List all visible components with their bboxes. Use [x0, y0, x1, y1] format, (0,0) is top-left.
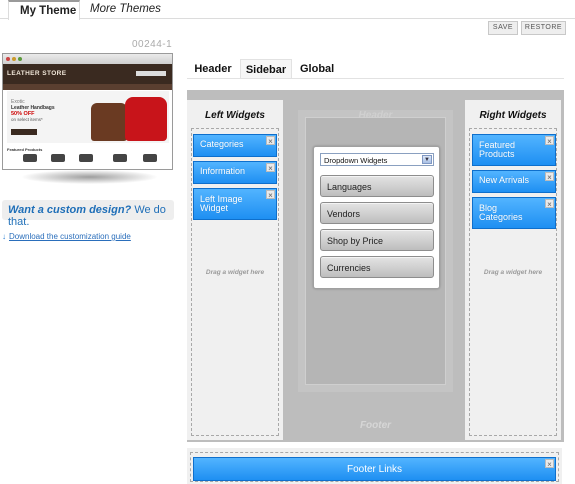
banner-button [11, 129, 37, 135]
widget-left-image[interactable]: Left Image Widget × [193, 188, 277, 220]
theme-code: 00244-1 [132, 39, 173, 50]
widget-label: Left Image Widget [200, 194, 243, 213]
preview-product [143, 154, 157, 162]
preview-featured-label: Featured Products [7, 147, 43, 152]
preview-product [51, 154, 65, 162]
widget-label: Information [200, 166, 246, 176]
download-guide-label: Download the customization guide [9, 232, 131, 241]
preview-search [136, 71, 166, 76]
widget-label: Featured Products [479, 140, 516, 159]
preview-logo: LEATHER STORE [7, 70, 67, 77]
tab-header[interactable]: Header [187, 59, 239, 79]
preview-product [79, 154, 93, 162]
select-value: Dropdown Widgets [324, 156, 388, 165]
close-icon[interactable]: × [266, 163, 275, 173]
tab-sidebar[interactable]: Sidebar [240, 59, 292, 79]
close-icon[interactable]: × [266, 190, 275, 200]
widget-label: New Arrivals [479, 175, 530, 185]
widget-label: Blog Categories [479, 203, 523, 222]
left-widgets-title: Left Widgets [205, 110, 265, 121]
browser-chrome [3, 54, 172, 64]
close-icon[interactable]: × [545, 459, 554, 469]
preview-nav [3, 84, 172, 90]
thumbnail-shadow [22, 170, 157, 184]
preview-product [113, 154, 127, 162]
widget-new-arrivals[interactable]: New Arrivals × [472, 170, 556, 193]
promo-question: Want a custom design? [8, 204, 132, 216]
top-tabs: My Theme More Themes [0, 0, 575, 20]
tab-my-theme[interactable]: My Theme [8, 0, 80, 20]
widget-option-languages[interactable]: Languages [320, 175, 434, 197]
save-button[interactable]: SAVE [488, 21, 518, 35]
preview-product [23, 154, 37, 162]
widget-label: Footer Links [346, 464, 403, 475]
widget-blog-categories[interactable]: Blog Categories × [472, 197, 556, 229]
widget-option-vendors[interactable]: Vendors [320, 202, 434, 224]
restore-button[interactable]: RESTORE [521, 21, 566, 35]
brown-handbag-image [91, 103, 127, 141]
tab-global[interactable]: Global [300, 59, 334, 79]
tab-more-themes[interactable]: More Themes [90, 0, 161, 19]
download-guide-link[interactable]: ↓ Download the customization guide [2, 232, 131, 241]
widget-information[interactable]: Information × [193, 161, 277, 184]
preview-banner: Exotic Leather Handbags 50% OFF on selec… [7, 91, 169, 143]
widget-label: Categories [200, 139, 244, 149]
left-drag-hint: Drag a widget here [205, 269, 265, 276]
widget-type-select[interactable]: Dropdown Widgets ▼ [320, 153, 434, 166]
preview-header: LEATHER STORE [3, 64, 172, 84]
right-widgets-title: Right Widgets [479, 110, 547, 121]
download-arrow-icon: ↓ [2, 232, 6, 241]
dropdown-widgets-panel: Dropdown Widgets ▼ Languages Vendors Sho… [313, 146, 440, 289]
close-icon[interactable]: × [545, 136, 554, 146]
widget-featured-products[interactable]: Featured Products × [472, 134, 556, 166]
widget-footer-links[interactable]: Footer Links × [193, 457, 556, 481]
tab-divider [187, 78, 564, 79]
red-handbag-image [125, 97, 167, 141]
widget-option-shop-by-price[interactable]: Shop by Price [320, 229, 434, 251]
close-icon[interactable]: × [545, 172, 554, 182]
close-icon[interactable]: × [266, 136, 275, 146]
theme-preview-thumbnail[interactable]: LEATHER STORE Exotic Leather Handbags 50… [2, 53, 173, 170]
custom-design-promo[interactable]: Want a custom design? We do that. [2, 200, 174, 228]
widget-categories[interactable]: Categories × [193, 134, 277, 157]
widget-option-currencies[interactable]: Currencies [320, 256, 434, 278]
chevron-down-icon[interactable]: ▼ [422, 155, 432, 164]
banner-line-4: on select items* [11, 117, 43, 122]
right-drag-hint: Drag a widget here [483, 269, 543, 276]
close-icon[interactable]: × [545, 199, 554, 209]
